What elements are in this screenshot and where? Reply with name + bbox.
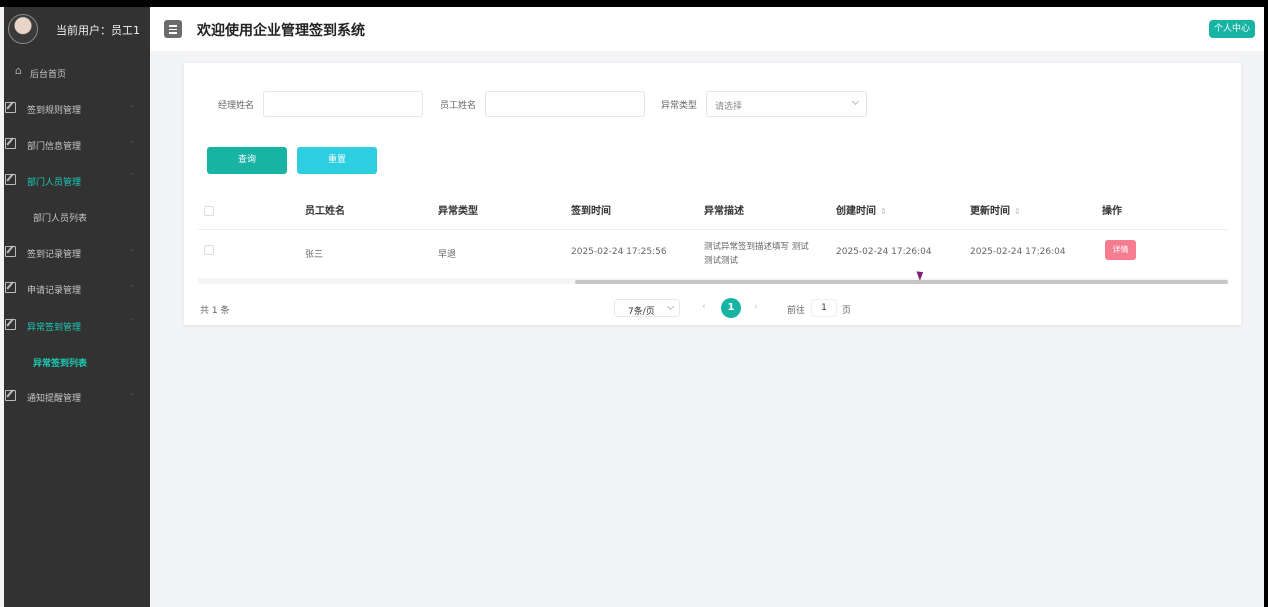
- col-created-label: 创建时间: [836, 206, 876, 217]
- chevron-down-icon: ⌄: [129, 100, 136, 109]
- reset-button[interactable]: 重置: [297, 147, 377, 174]
- row-checkbox[interactable]: [204, 245, 214, 255]
- col-sign-time: 签到时间: [571, 206, 611, 217]
- home-icon: ⌂: [15, 64, 22, 77]
- edit-icon: [5, 319, 16, 330]
- edit-icon: [5, 102, 16, 113]
- col-updated-time[interactable]: 更新时间 ⇕: [970, 202, 1021, 217]
- sidebar-item-home[interactable]: ⌂ 后台首页: [4, 61, 150, 85]
- sidebar-item-label: 通知提醒管理: [27, 394, 82, 404]
- sidebar-item-label: 异常签到列表: [33, 359, 88, 369]
- sidebar-subitem-abnormal-list[interactable]: 异常签到列表: [4, 350, 150, 374]
- query-button[interactable]: 查询: [207, 147, 287, 174]
- sidebar-item-notifications[interactable]: 通知提醒管理 ⌄: [4, 385, 150, 409]
- app-window: 当前用户：员工1 ⌂ 后台首页 签到规则管理 ⌄ 部门信息管理 ⌄ 部门人员管理…: [0, 7, 1268, 607]
- chevron-up-icon: ⌃: [129, 172, 136, 181]
- cell-abnormal-desc-line2: 测试测试: [704, 256, 739, 266]
- sort-icon[interactable]: ⇕: [880, 207, 887, 216]
- sidebar-item-abnormal-sign[interactable]: 异常签到管理 ⌃: [4, 314, 150, 338]
- sidebar-item-apply-records[interactable]: 申请记录管理 ⌄: [4, 277, 150, 301]
- next-page-icon[interactable]: ›: [754, 302, 758, 312]
- sidebar-item-sign-records[interactable]: 签到记录管理 ⌄: [4, 241, 150, 265]
- chevron-down-icon: ⌄: [129, 388, 136, 397]
- col-abnormal-type: 异常类型: [438, 206, 478, 217]
- prev-page-icon[interactable]: ‹: [702, 302, 706, 312]
- sidebar: 当前用户：员工1 ⌂ 后台首页 签到规则管理 ⌄ 部门信息管理 ⌄ 部门人员管理…: [4, 7, 150, 607]
- page-size-select[interactable]: 7条/页: [614, 299, 680, 317]
- col-actions: 操作: [1102, 206, 1122, 217]
- menu-line: [169, 28, 177, 30]
- chevron-down-icon: [851, 97, 860, 106]
- menu-line: [169, 32, 177, 34]
- cell-sign-time: 2025-02-24 17:25:56: [571, 247, 667, 257]
- sidebar-subitem-staff-list[interactable]: 部门人员列表: [4, 205, 150, 229]
- abnormal-type-placeholder: 请选择: [715, 102, 743, 112]
- manager-name-label: 经理姓名: [218, 101, 255, 111]
- goto-label: 前往: [787, 306, 806, 316]
- manager-name-input[interactable]: [263, 91, 423, 117]
- select-all-checkbox[interactable]: [204, 206, 214, 216]
- content-card: 经理姓名 员工姓名 异常类型 请选择 查询 重置 员工姓名 异常类型 签到时间 …: [184, 63, 1241, 325]
- sidebar-item-label: 签到记录管理: [27, 250, 82, 260]
- menu-toggle-icon[interactable]: [164, 20, 182, 38]
- window-border: [1264, 7, 1268, 607]
- total-count: 共 1 条: [200, 306, 230, 316]
- goto-page-input[interactable]: 1: [811, 299, 837, 317]
- edit-icon: [5, 174, 16, 185]
- menu-line: [169, 25, 177, 27]
- sort-icon[interactable]: ⇕: [1014, 207, 1021, 216]
- detail-button[interactable]: 详情: [1105, 240, 1136, 260]
- page-number-current[interactable]: 1: [721, 298, 741, 318]
- col-created-time[interactable]: 创建时间 ⇕: [836, 202, 887, 217]
- header-divider: [198, 229, 1228, 230]
- cell-employee-name: 张三: [305, 250, 324, 260]
- page-unit-label: 页: [842, 306, 852, 316]
- sidebar-item-label: 异常签到管理: [27, 323, 82, 333]
- sidebar-item-department-info[interactable]: 部门信息管理 ⌄: [4, 133, 150, 157]
- edit-icon: [5, 390, 16, 401]
- sidebar-item-label: 签到规则管理: [27, 106, 82, 116]
- current-user: 当前用户：员工1: [4, 7, 150, 51]
- page-title: 欢迎使用企业管理签到系统: [197, 23, 365, 39]
- current-user-label: 当前用户：员工1: [56, 24, 140, 37]
- abnormal-type-select[interactable]: 请选择: [706, 91, 867, 117]
- sidebar-item-label: 申请记录管理: [27, 286, 82, 296]
- cell-updated-time: 2025-02-24 17:26:04: [970, 247, 1066, 257]
- sidebar-item-label: 部门人员列表: [33, 214, 88, 224]
- cell-abnormal-desc-line1: 测试异常签到描述填写 测试: [704, 242, 809, 252]
- abnormal-type-label: 异常类型: [661, 101, 698, 111]
- chevron-up-icon: ⌃: [129, 317, 136, 326]
- sidebar-item-department-staff[interactable]: 部门人员管理 ⌃: [4, 169, 150, 193]
- cell-abnormal-type: 早退: [438, 250, 457, 260]
- profile-button[interactable]: 个人中心: [1209, 20, 1255, 38]
- chevron-down-icon: ⌄: [129, 280, 136, 289]
- col-abnormal-desc: 异常描述: [704, 206, 744, 217]
- chevron-down-icon: ⌄: [129, 136, 136, 145]
- edit-icon: [5, 282, 16, 293]
- sidebar-item-label: 后台首页: [30, 70, 67, 80]
- avatar[interactable]: [8, 14, 38, 44]
- header: 欢迎使用企业管理签到系统 个人中心: [150, 7, 1264, 51]
- cell-created-time: 2025-02-24 17:26:04: [836, 247, 932, 257]
- page-size-value: 7条/页: [628, 307, 655, 317]
- col-updated-label: 更新时间: [970, 206, 1010, 217]
- employee-name-label: 员工姓名: [440, 101, 477, 111]
- chevron-down-icon: [666, 302, 675, 311]
- edit-icon: [5, 246, 16, 257]
- edit-icon: [5, 138, 16, 149]
- col-employee-name: 员工姓名: [305, 206, 345, 217]
- sidebar-item-sign-rules[interactable]: 签到规则管理 ⌄: [4, 97, 150, 121]
- chevron-down-icon: ⌄: [129, 244, 136, 253]
- sidebar-item-label: 部门人员管理: [27, 178, 82, 188]
- scrollbar-thumb[interactable]: [575, 280, 1228, 284]
- sidebar-item-label: 部门信息管理: [27, 142, 82, 152]
- employee-name-input[interactable]: [485, 91, 645, 117]
